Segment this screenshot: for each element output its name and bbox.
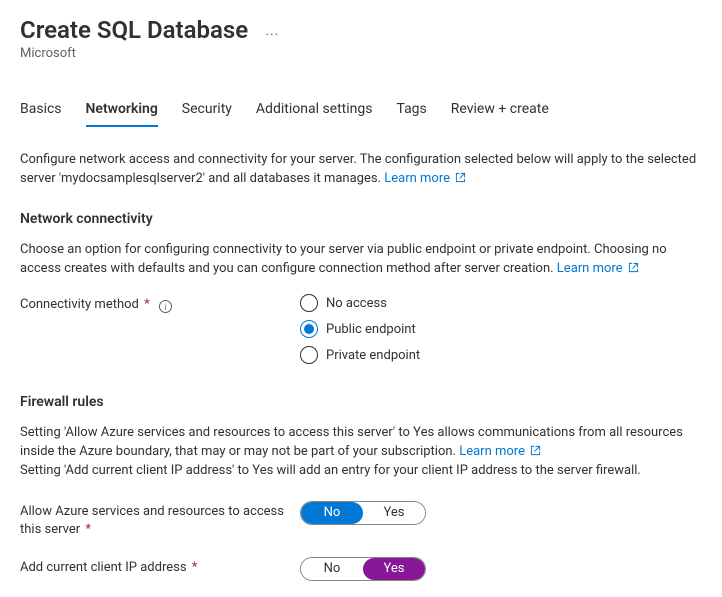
tab-bar: Basics Networking Security Additional se… [20, 97, 702, 127]
connectivity-method-radio-group: No access Public endpoint Private endpoi… [300, 294, 702, 364]
section-title-connectivity: Network connectivity [20, 211, 702, 227]
tab-security[interactable]: Security [182, 97, 232, 127]
learn-more-label: Learn more [557, 261, 623, 276]
add-ip-label: Add current client IP address * [20, 557, 300, 577]
more-actions-button[interactable]: ··· [265, 27, 279, 43]
radio-circle-icon [300, 346, 318, 364]
allow-azure-row: Allow Azure services and resources to ac… [20, 501, 702, 539]
required-indicator: * [141, 297, 150, 312]
intro-text: Configure network access and connectivit… [20, 151, 702, 189]
firewall-learn-more-link[interactable]: Learn more [459, 444, 541, 459]
radio-public-endpoint[interactable]: Public endpoint [300, 320, 702, 338]
toggle-yes[interactable]: Yes [363, 502, 425, 524]
info-icon[interactable]: i [159, 300, 172, 313]
connectivity-learn-more-link[interactable]: Learn more [557, 261, 639, 276]
radio-no-access[interactable]: No access [300, 294, 702, 312]
add-ip-label-text: Add current client IP address [20, 560, 187, 575]
tab-basics[interactable]: Basics [20, 97, 62, 127]
connectivity-method-row: Connectivity method * i No access Public… [20, 294, 702, 364]
external-link-icon [530, 445, 541, 456]
allow-azure-label-text: Allow Azure services and resources to ac… [20, 504, 284, 537]
toggle-no[interactable]: No [301, 558, 363, 580]
section-title-firewall: Firewall rules [20, 394, 702, 410]
learn-more-label: Learn more [384, 171, 450, 186]
tab-networking[interactable]: Networking [86, 97, 158, 127]
add-ip-toggle[interactable]: No Yes [300, 557, 426, 581]
radio-private-endpoint[interactable]: Private endpoint [300, 346, 702, 364]
add-ip-row: Add current client IP address * No Yes [20, 557, 702, 581]
toggle-yes[interactable]: Yes [363, 558, 425, 580]
page-title: Create SQL Database [20, 16, 248, 44]
intro-text-body: Configure network access and connectivit… [20, 152, 696, 186]
tab-tags[interactable]: Tags [396, 97, 426, 127]
external-link-icon [455, 172, 466, 183]
connectivity-desc: Choose an option for configuring connect… [20, 241, 702, 279]
required-indicator: * [189, 560, 198, 575]
firewall-desc2-body: Setting 'Add current client IP address' … [20, 463, 641, 478]
page-subtitle: Microsoft [20, 46, 702, 61]
radio-circle-icon [300, 320, 318, 338]
page-header: Create SQL Database ··· Microsoft [20, 16, 702, 61]
radio-label: Private endpoint [326, 348, 420, 363]
connectivity-method-label: Connectivity method * i [20, 294, 300, 314]
radio-label: No access [326, 296, 387, 311]
connectivity-method-label-text: Connectivity method [20, 297, 139, 312]
learn-more-label: Learn more [459, 444, 525, 459]
firewall-desc: Setting 'Allow Azure services and resour… [20, 424, 702, 481]
firewall-desc1-body: Setting 'Allow Azure services and resour… [20, 425, 683, 459]
required-indicator: * [82, 522, 91, 537]
radio-circle-icon [300, 294, 318, 312]
allow-azure-label: Allow Azure services and resources to ac… [20, 501, 300, 539]
toggle-no[interactable]: No [301, 502, 363, 524]
radio-label: Public endpoint [326, 322, 416, 337]
tab-review-create[interactable]: Review + create [451, 97, 549, 127]
tab-additional-settings[interactable]: Additional settings [256, 97, 373, 127]
external-link-icon [628, 262, 639, 273]
intro-learn-more-link[interactable]: Learn more [384, 171, 466, 186]
allow-azure-toggle[interactable]: No Yes [300, 501, 426, 525]
